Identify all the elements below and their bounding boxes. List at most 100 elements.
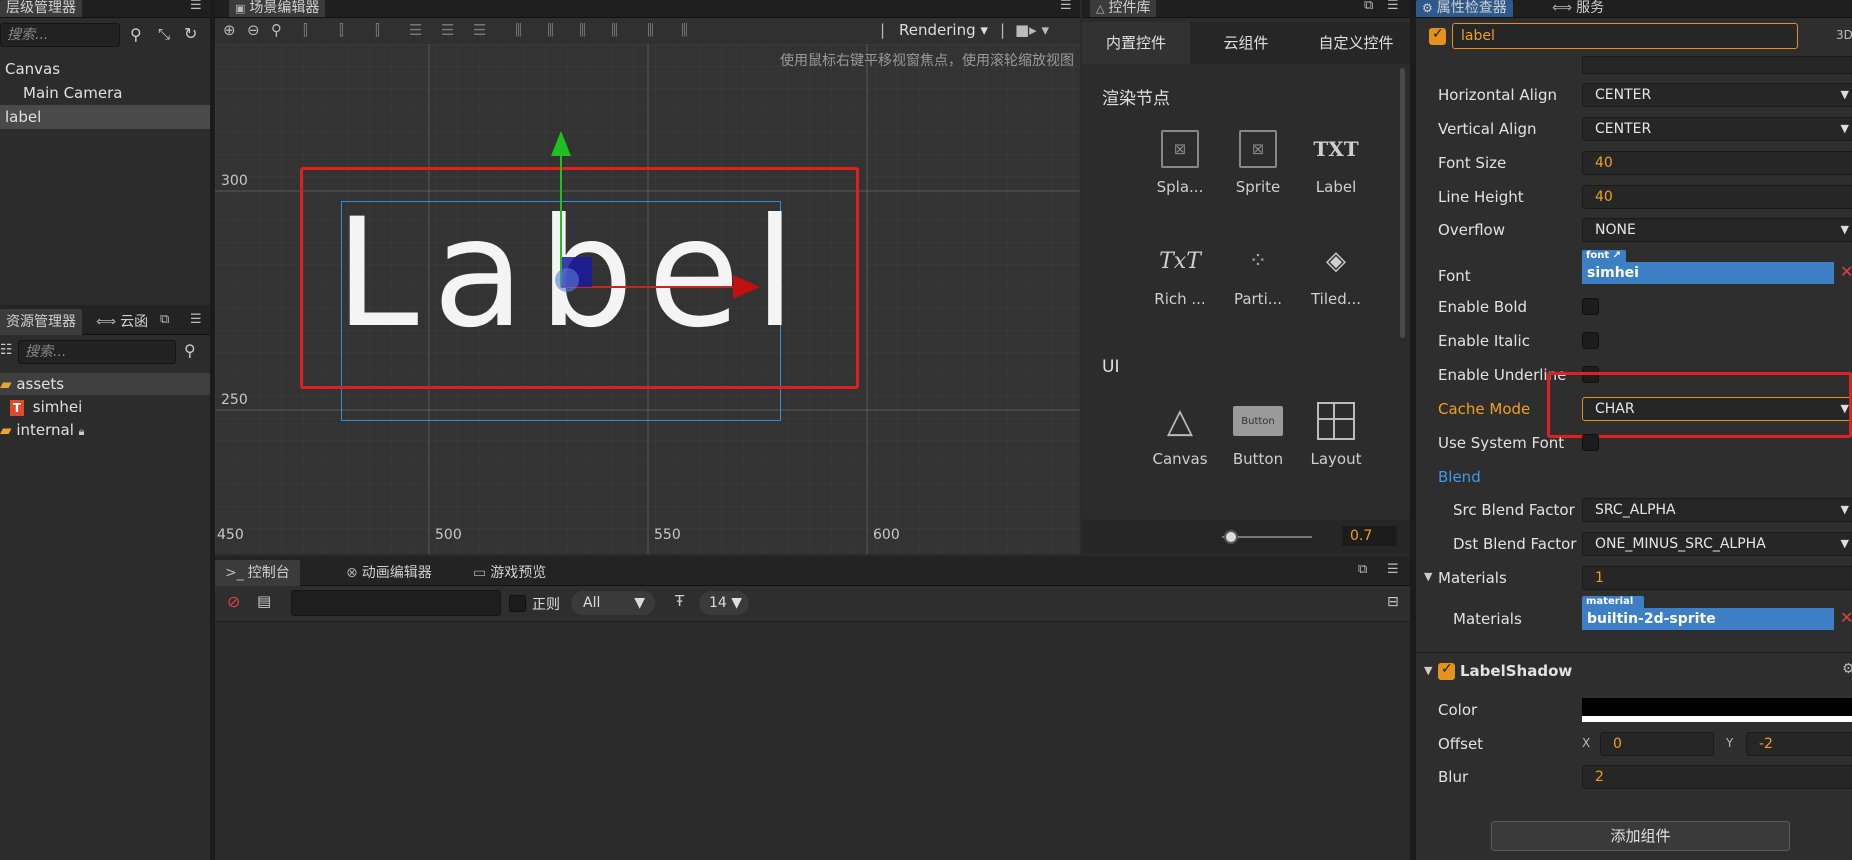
collapse-icon[interactable]: ⤡ xyxy=(158,25,170,43)
lib-item-label[interactable]: TXT Label xyxy=(1296,130,1376,196)
assets-search-input[interactable]: 搜索... xyxy=(18,340,176,364)
popout-icon[interactable]: ⧉ xyxy=(160,312,169,327)
font-size-input[interactable]: 40 xyxy=(1582,151,1852,175)
tab-assets[interactable]: 资源管理器 xyxy=(0,309,82,335)
lib-item-tiledmap[interactable]: ◈ Tiled... xyxy=(1296,242,1376,308)
expand-arrow-icon[interactable]: ▼ xyxy=(1424,570,1432,583)
distribute-bottom-icon[interactable]: ⫼ xyxy=(611,21,618,39)
popout-icon[interactable]: ⧉ xyxy=(1358,562,1367,577)
lib-item-button[interactable]: Button Button xyxy=(1218,402,1298,468)
tab-animation[interactable]: ⊗ 动画编辑器 xyxy=(340,560,438,586)
collapse-toggle-icon[interactable]: ⊟ xyxy=(1387,594,1399,610)
align-center-icon[interactable]: ⫿ xyxy=(339,21,344,39)
distribute-right-icon[interactable]: ⫼ xyxy=(681,21,688,39)
shadow-offset-y-input[interactable]: -2 xyxy=(1746,732,1852,756)
tab-scene-editor[interactable]: ▣ 场景编辑器 xyxy=(229,0,326,17)
tab-console[interactable]: >_ 控制台 xyxy=(215,560,300,586)
camera-icon[interactable]: ■▸ ▾ xyxy=(1015,21,1049,39)
lib-item-particle[interactable]: ⁘ Parti... xyxy=(1218,242,1298,309)
tree-item-internal[interactable]: ▰ internal 🔒︎ xyxy=(0,419,210,441)
library-scrollbar[interactable] xyxy=(1400,68,1405,338)
gear-icon[interactable]: ⚙ xyxy=(1842,661,1852,677)
tab-library[interactable]: △ 控件库 xyxy=(1090,0,1157,17)
lib-item-layout[interactable]: Layout xyxy=(1296,402,1376,468)
distribute-h-icon[interactable]: ⫼ xyxy=(515,21,522,39)
tree-item-simhei[interactable]: T simhei xyxy=(0,396,210,418)
font-size-select[interactable]: 14 ▼ xyxy=(699,591,749,615)
node-name-input[interactable]: label xyxy=(1452,23,1798,49)
enable-bold-checkbox[interactable] xyxy=(1582,298,1599,315)
material-asset-field[interactable]: builtin-2d-sprite xyxy=(1582,608,1834,630)
add-component-button[interactable]: 添加组件 xyxy=(1491,821,1790,851)
materials-count-input[interactable]: 1 xyxy=(1582,566,1852,590)
zoom-value-field[interactable]: 0.7 xyxy=(1342,526,1397,546)
distribute-v-icon[interactable]: ⫼ xyxy=(547,21,554,39)
lib-item-canvas[interactable]: △ Canvas xyxy=(1140,401,1220,468)
menu-icon[interactable]: ☰ xyxy=(1387,562,1399,577)
menu-icon[interactable]: ☰ xyxy=(1387,0,1399,13)
tab-cloud-components[interactable]: 云组件 xyxy=(1192,22,1300,64)
expand-arrow-icon[interactable]: ▼ xyxy=(1424,664,1432,677)
use-system-font-checkbox[interactable] xyxy=(1582,434,1599,451)
shadow-offset-x-input[interactable]: 0 xyxy=(1600,732,1714,756)
vertical-align-select[interactable]: CENTER xyxy=(1582,117,1852,141)
scene-viewport[interactable]: 使用鼠标右键平移视窗焦点，使用滚轮缩放视图 300 250 450 500 55… xyxy=(215,44,1080,554)
align-bottom-icon[interactable]: ☰ xyxy=(473,21,486,39)
tree-item-main-camera[interactable]: Main Camera xyxy=(0,81,210,105)
render-mode-dropdown[interactable]: Rendering ▾ xyxy=(899,21,988,39)
tab-inspector[interactable]: ⚙ 属性检查器 xyxy=(1416,0,1513,17)
tab-cloud[interactable]: ⟺ 云函 xyxy=(90,309,154,335)
dst-blend-select[interactable]: ONE_MINUS_SRC_ALPHA xyxy=(1582,532,1852,556)
distribute-top-icon[interactable]: ⫼ xyxy=(579,21,586,39)
label-shadow-enabled-checkbox[interactable] xyxy=(1438,661,1455,680)
align-middle-icon[interactable]: ☰ xyxy=(441,21,454,39)
zoom-fit-icon[interactable]: ⚲ xyxy=(271,21,282,39)
remove-font-icon[interactable]: ✕ xyxy=(1840,262,1852,281)
shadow-blur-input[interactable]: 2 xyxy=(1582,765,1852,789)
shadow-color-swatch[interactable] xyxy=(1582,698,1852,722)
sort-icon[interactable]: ☷ xyxy=(0,342,13,358)
refresh-icon[interactable]: ↻ xyxy=(184,24,197,43)
mode-3d-toggle[interactable]: 3D xyxy=(1836,28,1852,42)
zoom-out-icon[interactable]: ⊖ xyxy=(247,21,260,39)
menu-icon[interactable]: ☰ xyxy=(1060,0,1072,13)
tree-item-label[interactable]: label xyxy=(0,105,210,129)
font-asset-field[interactable]: simhei xyxy=(1582,262,1834,284)
align-right-icon[interactable]: ⫿ xyxy=(375,21,380,39)
zoom-slider-handle[interactable] xyxy=(1224,530,1238,544)
zoom-in-icon[interactable]: ⊕ xyxy=(223,21,236,39)
enable-italic-checkbox[interactable] xyxy=(1582,332,1599,349)
console-output[interactable] xyxy=(215,622,1410,860)
tree-item-assets[interactable]: ▰ assets xyxy=(0,373,210,395)
align-top-icon[interactable]: ☰ xyxy=(409,21,422,39)
hierarchy-search-input[interactable]: 搜索... xyxy=(0,23,120,47)
node-active-checkbox[interactable] xyxy=(1429,26,1446,45)
tab-service[interactable]: ⟺ 服务 xyxy=(1546,0,1610,17)
console-filter-input[interactable] xyxy=(291,590,501,616)
tab-hierarchy[interactable]: 层级管理器 xyxy=(0,0,82,17)
lib-item-splash[interactable]: ⊠ Spla... xyxy=(1140,130,1220,196)
remove-material-icon[interactable]: ✕ xyxy=(1840,608,1852,627)
overflow-select[interactable]: NONE xyxy=(1582,218,1852,242)
src-blend-select[interactable]: SRC_ALPHA xyxy=(1582,498,1852,522)
tab-builtin[interactable]: 内置控件 xyxy=(1082,22,1190,64)
popout-icon[interactable]: ⧉ xyxy=(1364,0,1373,13)
lib-item-sprite[interactable]: ⊠ Sprite xyxy=(1218,130,1298,196)
menu-icon[interactable]: ☰ xyxy=(190,312,202,327)
search-icon[interactable]: ⚲ xyxy=(130,25,142,44)
log-level-select[interactable]: All ▼ xyxy=(571,591,655,615)
tab-game-preview[interactable]: ▭ 游戏预览 xyxy=(467,560,552,586)
distribute-left-icon[interactable]: ⫼ xyxy=(647,21,654,39)
search-icon[interactable]: ⚲ xyxy=(184,341,196,360)
transform-gizmo[interactable] xyxy=(215,44,1080,554)
clear-icon[interactable]: ⊘ xyxy=(227,592,240,611)
tree-item-canvas[interactable]: Canvas xyxy=(0,57,210,81)
menu-icon[interactable]: ☰ xyxy=(190,0,202,13)
align-left-icon[interactable]: ⫿ xyxy=(303,21,308,39)
horizontal-align-select[interactable]: CENTER xyxy=(1582,83,1852,107)
log-file-icon[interactable]: ▤ xyxy=(257,592,271,610)
lib-item-richtext[interactable]: TxT Rich ... xyxy=(1140,242,1220,309)
regex-checkbox[interactable] xyxy=(509,595,526,612)
tab-custom[interactable]: 自定义控件 xyxy=(1302,22,1410,64)
line-height-input[interactable]: 40 xyxy=(1582,185,1852,209)
